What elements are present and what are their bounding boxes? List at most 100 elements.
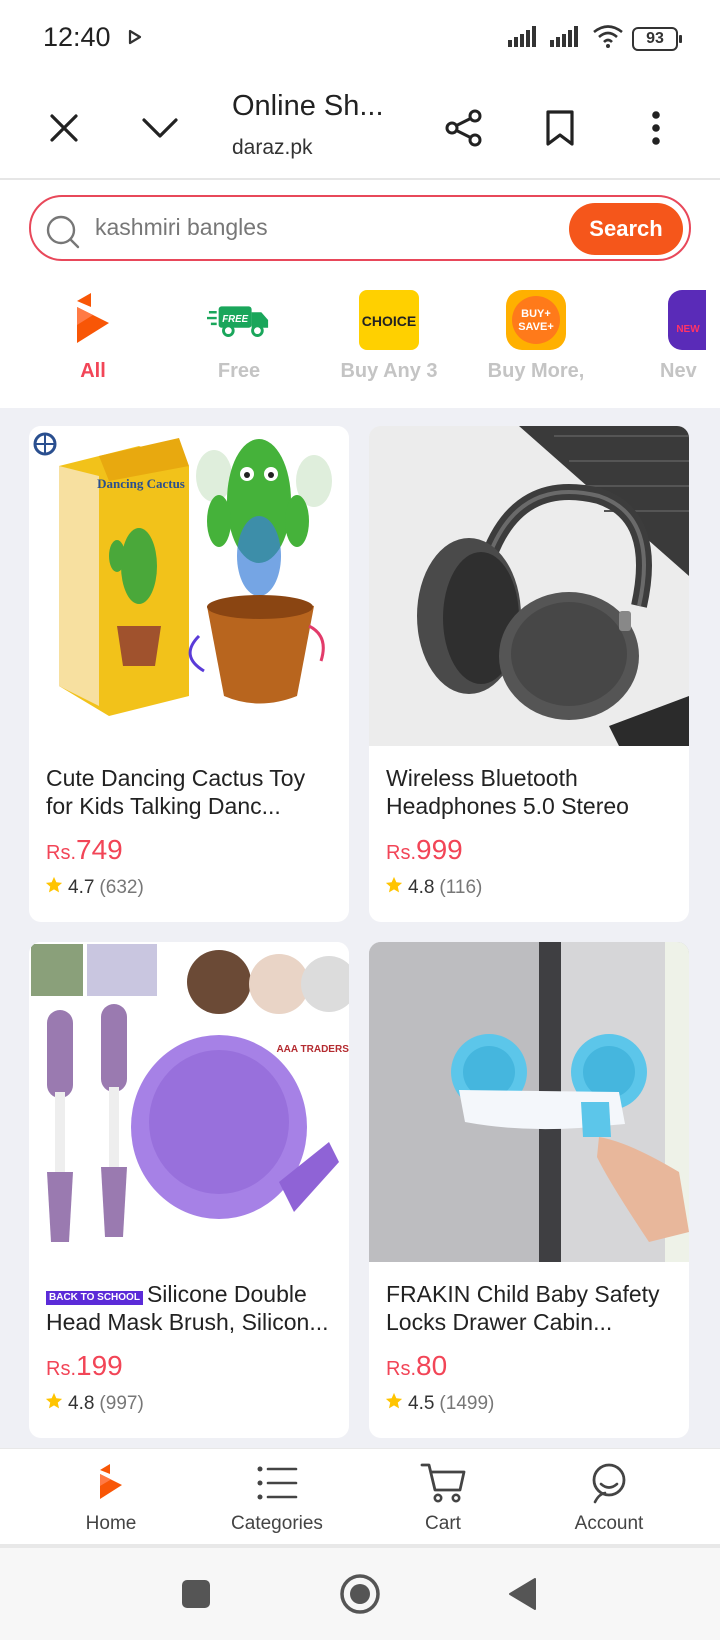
category-row: All FREE Free CHOICE Buy Any 3 BUY+ SAVE+… bbox=[0, 272, 720, 408]
choice-icon: CHOICE bbox=[357, 288, 421, 352]
account-icon bbox=[534, 1459, 684, 1507]
category-label: Buy More, bbox=[487, 360, 585, 382]
product-rating: 4.5 (1499) bbox=[385, 1392, 689, 1416]
signal-icon-2 bbox=[550, 25, 584, 52]
category-label: Free bbox=[217, 360, 261, 382]
product-card[interactable]: AAA TRADERS PK BACK TO SCHOOLSilicone Do… bbox=[29, 942, 349, 1438]
choice-text: CHOICE bbox=[362, 313, 416, 329]
nav-account[interactable]: Account bbox=[534, 1459, 684, 1535]
nav-label: Cart bbox=[425, 1513, 461, 1534]
share-icon[interactable] bbox=[436, 100, 492, 156]
nav-categories[interactable]: Categories bbox=[202, 1459, 352, 1535]
price-currency: Rs. bbox=[386, 842, 416, 864]
price-amount: 80 bbox=[416, 1350, 448, 1381]
category-label: Buy Any 3 bbox=[340, 360, 438, 382]
nav-label: Account bbox=[574, 1513, 644, 1534]
nav-cart[interactable]: Cart bbox=[368, 1459, 518, 1535]
product-image[interactable] bbox=[369, 426, 689, 746]
nav-label: Home bbox=[85, 1513, 137, 1534]
product-title[interactable]: FRAKIN Child Baby Safety Locks Drawer Ca… bbox=[386, 1280, 673, 1336]
daraz-logo-icon bbox=[61, 288, 125, 352]
product-price: Rs.999 bbox=[386, 834, 689, 866]
product-rating: 4.8 (116) bbox=[385, 876, 689, 900]
price-amount: 199 bbox=[76, 1350, 123, 1381]
category-label: All bbox=[80, 360, 106, 382]
page-title: Online Sh... bbox=[232, 90, 384, 122]
browser-toolbar: Online Sh... daraz.pk bbox=[0, 78, 720, 180]
daraz-home-icon bbox=[36, 1459, 186, 1507]
system-navigation-bar bbox=[0, 1548, 720, 1640]
product-image[interactable] bbox=[369, 942, 689, 1262]
product-title[interactable]: BACK TO SCHOOL Silicone Double Head Mask … bbox=[46, 1280, 333, 1336]
watermark-text: AAA TRADERS PK bbox=[276, 1044, 349, 1055]
product-title[interactable]: Wireless Bluetooth Headphones 5.0 Stereo… bbox=[386, 764, 673, 820]
product-feed[interactable]: Dancing Cactus Cute Dancing Cactus Toy f… bbox=[0, 408, 720, 1448]
review-count: (997) bbox=[99, 1393, 144, 1414]
product-card[interactable]: FRAKIN Child Baby Safety Locks Drawer Ca… bbox=[369, 942, 689, 1438]
search-button[interactable]: Search bbox=[569, 203, 683, 255]
price-amount: 749 bbox=[76, 834, 123, 865]
status-indicators: 93 bbox=[508, 24, 682, 53]
product-rating: 4.8 (997) bbox=[45, 1392, 349, 1416]
rating-value: 4.7 bbox=[68, 877, 95, 898]
list-icon bbox=[202, 1459, 352, 1507]
buy-more-save-more-icon: BUY+ SAVE+ bbox=[504, 288, 568, 352]
search-input[interactable] bbox=[95, 209, 535, 245]
star-icon bbox=[385, 876, 403, 900]
new-arrivals-icon: NEW bbox=[654, 288, 718, 352]
search-bar: Search bbox=[0, 182, 720, 272]
status-bar: 12:40 93 bbox=[0, 0, 720, 78]
star-icon bbox=[385, 1392, 403, 1416]
box-label: Dancing Cactus bbox=[97, 476, 185, 491]
price-currency: Rs. bbox=[46, 842, 76, 864]
category-free[interactable]: FREE Free bbox=[179, 288, 299, 398]
status-time: 12:40 bbox=[43, 22, 111, 52]
product-title-text[interactable]: Silicone Double Head Mask Brush, Silicon… bbox=[46, 1281, 329, 1335]
product-price: Rs.199 bbox=[46, 1350, 349, 1382]
signal-icon bbox=[508, 25, 542, 52]
product-image[interactable]: Dancing Cactus bbox=[29, 426, 349, 746]
search-box[interactable]: Search bbox=[29, 195, 691, 261]
bookmark-icon[interactable] bbox=[532, 100, 588, 156]
category-new[interactable]: NEW Nev bbox=[628, 288, 720, 398]
review-count: (632) bbox=[99, 877, 144, 898]
recent-apps-icon[interactable] bbox=[174, 1572, 218, 1616]
back-triangle-icon[interactable] bbox=[500, 1572, 544, 1616]
category-label: Nev bbox=[660, 360, 697, 382]
back-to-school-badge: BACK TO SCHOOL bbox=[46, 1291, 143, 1305]
close-icon[interactable] bbox=[36, 100, 92, 156]
wifi-icon bbox=[592, 24, 624, 53]
buymore-text-2: SAVE+ bbox=[518, 321, 554, 333]
product-card[interactable]: Dancing Cactus Cute Dancing Cactus Toy f… bbox=[29, 426, 349, 922]
free-badge-text: FREE bbox=[222, 314, 248, 325]
product-card[interactable]: Wireless Bluetooth Headphones 5.0 Stereo… bbox=[369, 426, 689, 922]
product-price: Rs.749 bbox=[46, 834, 349, 866]
product-title[interactable]: Cute Dancing Cactus Toy for Kids Talking… bbox=[46, 764, 333, 820]
search-icon bbox=[45, 214, 81, 255]
product-image[interactable]: AAA TRADERS PK bbox=[29, 942, 349, 1262]
star-icon bbox=[45, 1392, 63, 1416]
category-buy-more[interactable]: BUY+ SAVE+ Buy More, bbox=[476, 288, 596, 398]
product-rating: 4.7 (632) bbox=[45, 876, 349, 900]
home-circle-icon[interactable] bbox=[338, 1572, 382, 1616]
page-domain: daraz.pk bbox=[232, 136, 313, 159]
free-delivery-truck-icon: FREE bbox=[207, 288, 271, 352]
rating-value: 4.8 bbox=[408, 877, 435, 898]
bottom-navigation: Home Categories Cart Account bbox=[0, 1448, 720, 1544]
more-options-icon[interactable] bbox=[628, 100, 684, 156]
buymore-text-1: BUY+ bbox=[521, 308, 551, 320]
category-all[interactable]: All bbox=[33, 288, 153, 398]
price-currency: Rs. bbox=[386, 1358, 416, 1380]
price-amount: 999 bbox=[416, 834, 463, 865]
play-icon bbox=[128, 29, 142, 50]
review-count: (1499) bbox=[439, 1393, 495, 1414]
category-buy-any-3[interactable]: CHOICE Buy Any 3 bbox=[329, 288, 449, 398]
price-currency: Rs. bbox=[46, 1358, 76, 1380]
battery-icon: 93 bbox=[632, 26, 682, 51]
product-price: Rs.80 bbox=[386, 1350, 689, 1382]
nav-home[interactable]: Home bbox=[36, 1459, 186, 1535]
new-text: NEW bbox=[676, 324, 700, 335]
chevron-down-icon[interactable] bbox=[132, 100, 188, 156]
rating-value: 4.5 bbox=[408, 1393, 435, 1414]
review-count: (116) bbox=[439, 877, 483, 898]
